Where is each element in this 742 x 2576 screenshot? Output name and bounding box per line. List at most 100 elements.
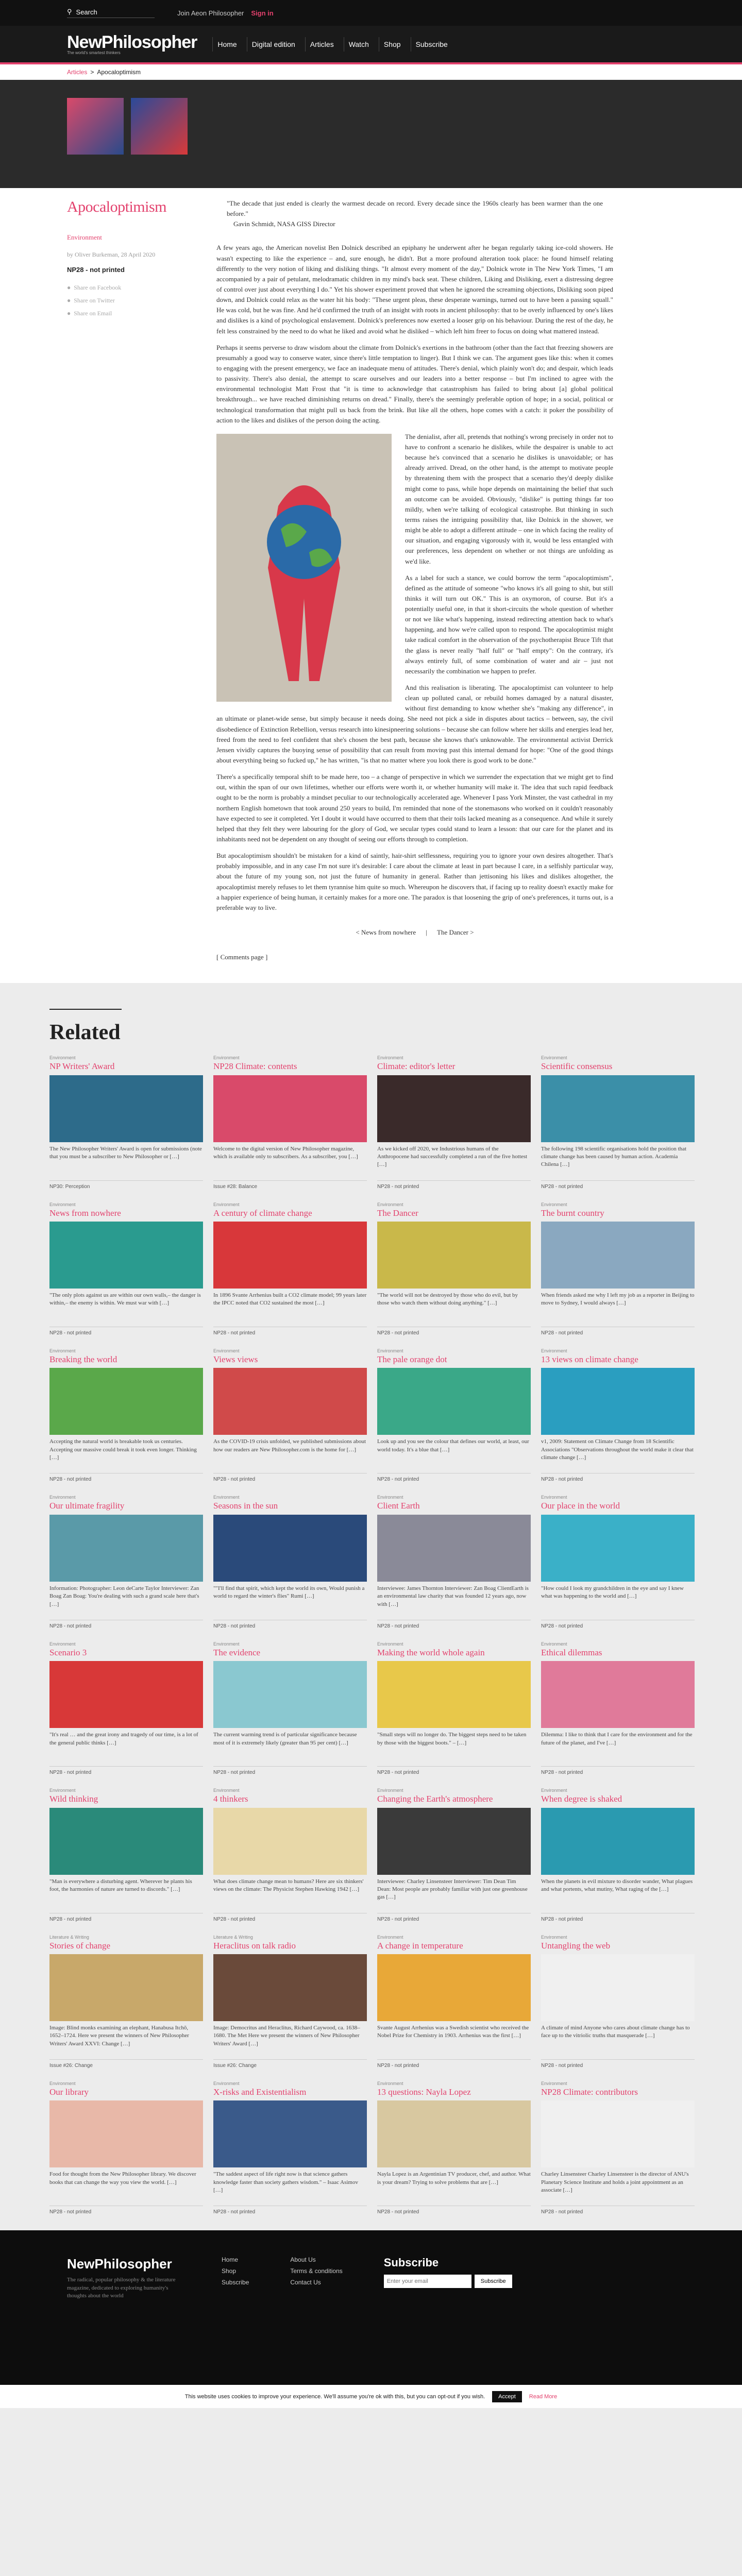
card-title[interactable]: Client Earth <box>377 1501 531 1511</box>
card-title[interactable]: NP28 Climate: contents <box>213 1061 367 1072</box>
breadcrumb-articles[interactable]: Articles <box>67 69 87 76</box>
related-card[interactable]: Environment 13 questions: Nayla Lopez Nayl… <box>377 2081 531 2215</box>
cookie-accept-button[interactable]: Accept <box>492 2391 522 2402</box>
related-card[interactable]: Environment Our library Food for thought f… <box>49 2081 203 2215</box>
nav-home[interactable]: Home <box>212 37 241 52</box>
join-link[interactable]: Join Aeon Philosopher <box>177 9 244 17</box>
related-card[interactable]: Environment Client Earth Interviewee: Jame… <box>377 1495 531 1629</box>
card-title[interactable]: The pale orange dot <box>377 1354 531 1365</box>
related-card[interactable]: Environment Seasons in the sun ""I'll find… <box>213 1495 367 1629</box>
card-title[interactable]: NP28 Climate: contributors <box>541 2087 695 2097</box>
article-tag[interactable]: Environment <box>67 233 201 242</box>
card-thumbnail[interactable] <box>541 1222 695 1289</box>
share-twitter[interactable]: ● Share on Twitter <box>67 297 201 304</box>
related-card[interactable]: Environment The evidence The current warmi… <box>213 1641 367 1775</box>
card-thumbnail[interactable] <box>377 1954 531 2022</box>
card-thumbnail[interactable] <box>49 2100 203 2168</box>
related-card[interactable]: Environment NP Writers' Award The New Phil… <box>49 1055 203 1190</box>
footer-logo[interactable]: NewPhilosopher <box>67 2256 180 2272</box>
nav-subscribe[interactable]: Subscribe <box>410 37 452 52</box>
next-article-link[interactable]: The Dancer > <box>437 928 474 936</box>
card-thumbnail[interactable] <box>541 1954 695 2022</box>
card-thumbnail[interactable] <box>541 1368 695 1435</box>
card-thumbnail[interactable] <box>213 1514 367 1582</box>
card-title[interactable]: 13 questions: Nayla Lopez <box>377 2087 531 2097</box>
card-title[interactable]: A century of climate change <box>213 1208 367 1218</box>
related-card[interactable]: Environment Making the world whole again "… <box>377 1641 531 1775</box>
sign-in-link[interactable]: Sign in <box>251 9 273 17</box>
card-title[interactable]: 13 views on climate change <box>541 1354 695 1365</box>
footer-link-about[interactable]: About Us <box>290 2256 342 2263</box>
footer-link-shop[interactable]: Shop <box>222 2267 249 2275</box>
related-card[interactable]: Environment Scenario 3 "It's real … and th… <box>49 1641 203 1775</box>
related-card[interactable]: Environment NP28 Climate: contents Welcome… <box>213 1055 367 1190</box>
card-thumbnail[interactable] <box>49 1075 203 1142</box>
card-title[interactable]: Seasons in the sun <box>213 1501 367 1511</box>
site-logo[interactable]: NewPhilosopher The world's smartest think… <box>67 33 197 55</box>
related-card[interactable]: Environment 13 views on climate change v1,… <box>541 1348 695 1482</box>
card-thumbnail[interactable] <box>213 1075 367 1142</box>
share-facebook[interactable]: ● Share on Facebook <box>67 284 201 292</box>
cookie-read-more-link[interactable]: Read More <box>529 2394 557 2400</box>
prev-article-link[interactable]: < News from nowhere <box>356 928 416 936</box>
related-card[interactable]: Environment X-risks and Existentialism "Th… <box>213 2081 367 2215</box>
card-title[interactable]: NP Writers' Award <box>49 1061 203 1072</box>
card-title[interactable]: Our ultimate fragility <box>49 1501 203 1511</box>
card-thumbnail[interactable] <box>213 2100 367 2168</box>
card-title[interactable]: Our library <box>49 2087 203 2097</box>
comments-link[interactable]: [ Comments page ] <box>216 953 267 961</box>
card-thumbnail[interactable] <box>49 1514 203 1582</box>
card-title[interactable]: Stories of change <box>49 1941 203 1951</box>
nav-shop[interactable]: Shop <box>378 37 406 52</box>
card-thumbnail[interactable] <box>49 1368 203 1435</box>
related-card[interactable]: Environment Changing the Earth's atmosphe… <box>377 1788 531 1922</box>
card-thumbnail[interactable] <box>213 1368 367 1435</box>
footer-link-terms[interactable]: Terms & conditions <box>290 2267 342 2275</box>
card-title[interactable]: Wild thinking <box>49 1794 203 1804</box>
related-card[interactable]: Environment Wild thinking "Man is everywhe… <box>49 1788 203 1922</box>
card-title[interactable]: Ethical dilemmas <box>541 1648 695 1658</box>
search-box[interactable]: ⚲ Search <box>67 8 155 18</box>
card-title[interactable]: Untangling the web <box>541 1941 695 1951</box>
card-title[interactable]: Climate: editor's letter <box>377 1061 531 1072</box>
related-card[interactable]: Environment The Dancer "The world will not… <box>377 1202 531 1336</box>
card-title[interactable]: The burnt country <box>541 1208 695 1218</box>
nav-watch[interactable]: Watch <box>343 37 374 52</box>
subscribe-button[interactable]: Subscribe <box>474 2275 512 2289</box>
related-card[interactable]: Environment When degree is shaked When the… <box>541 1788 695 1922</box>
card-title[interactable]: X-risks and Existentialism <box>213 2087 367 2097</box>
related-card[interactable]: Environment Untangling the web A climate o… <box>541 1935 695 2069</box>
card-title[interactable]: The Dancer <box>377 1208 531 1218</box>
card-thumbnail[interactable] <box>541 2100 695 2168</box>
related-card[interactable]: Literature & Writing Stories of change Ima… <box>49 1935 203 2069</box>
card-title[interactable]: A change in temperature <box>377 1941 531 1951</box>
card-thumbnail[interactable] <box>377 2100 531 2168</box>
card-thumbnail[interactable] <box>213 1954 367 2022</box>
related-card[interactable]: Environment A century of climate change In… <box>213 1202 367 1336</box>
card-thumbnail[interactable] <box>377 1661 531 1728</box>
card-thumbnail[interactable] <box>49 1661 203 1728</box>
card-thumbnail[interactable] <box>541 1807 695 1875</box>
card-thumbnail[interactable] <box>213 1222 367 1289</box>
related-card[interactable]: Environment The burnt country When friends… <box>541 1202 695 1336</box>
related-card[interactable]: Literature & Writing Heraclitus on talk r… <box>213 1935 367 2069</box>
card-title[interactable]: Making the world whole again <box>377 1648 531 1658</box>
related-card[interactable]: Environment The pale orange dot Look up an… <box>377 1348 531 1482</box>
card-thumbnail[interactable] <box>541 1661 695 1728</box>
card-title[interactable]: Heraclitus on talk radio <box>213 1941 367 1951</box>
footer-link-home[interactable]: Home <box>222 2256 249 2263</box>
card-thumbnail[interactable] <box>541 1075 695 1142</box>
related-card[interactable]: Environment Views views As the COVID-19 cr… <box>213 1348 367 1482</box>
card-thumbnail[interactable] <box>377 1807 531 1875</box>
email-field[interactable] <box>383 2275 471 2289</box>
card-title[interactable]: When degree is shaked <box>541 1794 695 1804</box>
card-title[interactable]: Scientific consensus <box>541 1061 695 1072</box>
card-title[interactable]: 4 thinkers <box>213 1794 367 1804</box>
footer-link-subscribe[interactable]: Subscribe <box>222 2279 249 2286</box>
card-thumbnail[interactable] <box>377 1075 531 1142</box>
card-thumbnail[interactable] <box>49 1954 203 2022</box>
related-card[interactable]: Environment Climate: editor's letter As we… <box>377 1055 531 1190</box>
card-title[interactable]: Our place in the world <box>541 1501 695 1511</box>
card-title[interactable]: The evidence <box>213 1648 367 1658</box>
footer-link-contact[interactable]: Contact Us <box>290 2279 342 2286</box>
